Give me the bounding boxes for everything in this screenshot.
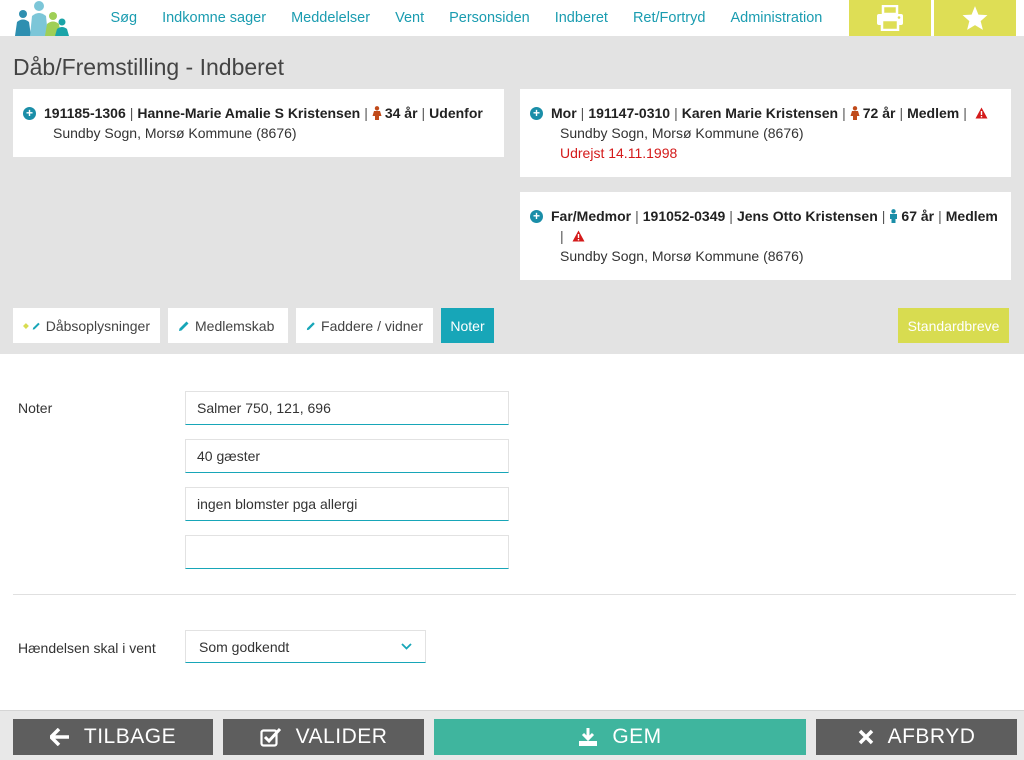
- tab-label: Faddere / vidner: [321, 317, 423, 334]
- app-logo[interactable]: [12, 0, 70, 36]
- note-input-4[interactable]: [185, 535, 509, 569]
- female-icon: [372, 106, 382, 120]
- mother-cpr: 191147-0310: [588, 105, 671, 121]
- print-button[interactable]: [849, 0, 931, 36]
- father-role: Far/Medmor: [551, 208, 632, 224]
- note-input-1[interactable]: [185, 391, 509, 425]
- page-title: Dåb/Fremstilling - Indberet: [13, 54, 284, 80]
- warning-icon: [975, 107, 988, 119]
- validate-button[interactable]: VALIDER: [223, 719, 424, 755]
- female-icon: [850, 106, 860, 120]
- expand-plus-icon[interactable]: +: [530, 106, 543, 120]
- pencil-icon: [32, 322, 40, 330]
- tab-label: Dåbsoplysninger: [45, 317, 150, 334]
- chevron-down-icon: [401, 643, 412, 650]
- child-age: 34 år: [384, 105, 418, 121]
- expand-plus-icon[interactable]: +: [23, 106, 36, 120]
- child-membership-status: Udenfor: [429, 105, 483, 121]
- mother-emigrated-note: Udrejst 14.11.1998: [560, 145, 678, 161]
- action-bar: TILBAGE VALIDER GEM AFBRYD: [0, 710, 1024, 760]
- warning-icon: [572, 230, 585, 242]
- male-icon: [890, 209, 898, 223]
- father-cpr: 191052-0349: [642, 208, 726, 224]
- child-parish: Sundby Sogn, Morsø Kommune (8676): [53, 125, 297, 141]
- validate-label: VALIDER: [295, 725, 388, 748]
- child-name: Hanne-Marie Amalie S Kristensen: [137, 105, 361, 121]
- back-label: TILBAGE: [83, 725, 177, 748]
- nav-item-person-page[interactable]: Personsiden: [437, 3, 543, 33]
- arrow-left-icon: [49, 728, 69, 746]
- nav-item-incoming-cases[interactable]: Indkomne sager: [150, 3, 279, 33]
- father-age: 67 år: [901, 208, 935, 224]
- checkbox-check-icon: [259, 727, 281, 747]
- notes-label: Noter: [18, 400, 53, 416]
- wait-status-value: Som godkendt: [199, 638, 290, 655]
- mother-age: 72 år: [862, 105, 896, 121]
- tab-membership[interactable]: Medlemskab: [168, 308, 288, 343]
- father-name: Jens Otto Kristensen: [736, 208, 878, 224]
- cancel-label: AFBRYD: [887, 725, 976, 748]
- star-icon: [962, 6, 988, 30]
- save-label: GEM: [612, 725, 662, 748]
- pencil-icon: [179, 321, 189, 331]
- tab-label: Medlemskab: [195, 317, 275, 334]
- nav-item-messages[interactable]: Meddelelser: [279, 3, 383, 33]
- father-person-card: + Far/Medmor | 191052-0349 | Jens Otto Kri…: [520, 192, 1011, 280]
- section-divider: [13, 594, 1016, 595]
- child-person-card: + 191185-1306 | Hanne-Marie Amalie S Kris…: [13, 89, 504, 157]
- top-navigation-bar: Søg Indkomne sager Meddelelser Vent Pers…: [0, 0, 1024, 36]
- father-membership-status: Medlem: [945, 208, 998, 224]
- tab-notes[interactable]: Noter: [441, 308, 494, 343]
- case-header: Dåb/Fremstilling - Indberet + 191185-130…: [0, 36, 1024, 354]
- close-icon: [858, 729, 873, 745]
- main-nav: Søg Indkomne sager Meddelelser Vent Pers…: [98, 0, 835, 36]
- tab-label: Noter: [450, 317, 485, 334]
- father-parish: Sundby Sogn, Morsø Kommune (8676): [560, 248, 804, 264]
- nav-item-edit-undo[interactable]: Ret/Fortryd: [620, 3, 718, 33]
- wait-label: Hændelsen skal i vent: [18, 640, 156, 656]
- wait-status-select[interactable]: Som godkendt: [185, 630, 426, 663]
- expand-plus-icon[interactable]: +: [530, 209, 543, 223]
- nav-item-report[interactable]: Indberet: [542, 3, 620, 33]
- mother-parish: Sundby Sogn, Morsø Kommune (8676): [560, 125, 804, 141]
- tab-baptism-info[interactable]: Dåbsoplysninger: [13, 308, 160, 343]
- diamond-icon: [23, 322, 29, 329]
- save-button[interactable]: GEM: [434, 719, 806, 755]
- child-cpr: 191185-1306: [44, 105, 126, 121]
- tab-godparents-witnesses[interactable]: Faddere / vidner: [296, 308, 433, 343]
- mother-role: Mor: [551, 105, 577, 121]
- back-button[interactable]: TILBAGE: [13, 719, 213, 755]
- mother-person-card: + Mor | 191147-0310 | Karen Marie Kristens…: [520, 89, 1011, 177]
- nav-item-search[interactable]: Søg: [98, 3, 150, 33]
- nav-item-wait[interactable]: Vent: [383, 3, 437, 33]
- cancel-button[interactable]: AFBRYD: [816, 719, 1017, 755]
- pencil-icon: [306, 321, 315, 330]
- nav-item-administration[interactable]: Administration: [718, 3, 835, 33]
- mother-membership-status: Medlem: [907, 105, 960, 121]
- note-input-2[interactable]: [185, 439, 509, 473]
- note-input-3[interactable]: [185, 487, 509, 521]
- standard-letters-button[interactable]: Standardbreve: [898, 308, 1009, 343]
- download-icon: [579, 728, 598, 746]
- mother-name: Karen Marie Kristensen: [681, 105, 839, 121]
- favorite-button[interactable]: [934, 0, 1016, 36]
- print-icon: [877, 5, 903, 31]
